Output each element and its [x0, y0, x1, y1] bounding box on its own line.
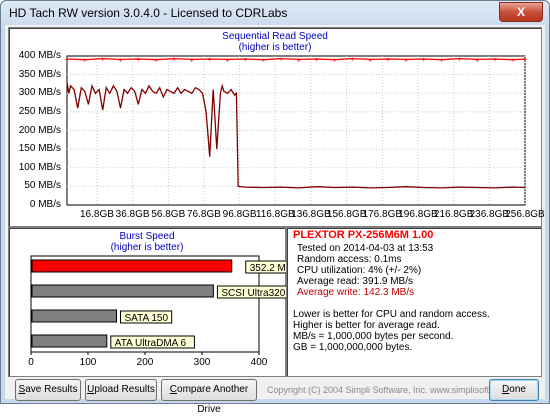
- cpu-marker: +: [136, 57, 140, 64]
- cpu-marker: +: [118, 57, 122, 64]
- save-results-button[interactable]: Save Results: [15, 379, 81, 401]
- cpu-marker: +: [493, 57, 497, 64]
- note-mbs-definition: MB/s = 1,000,000 bytes per second.: [293, 331, 454, 342]
- drive-info-panel: PLEXTOR PX-256M6M 1.00 Tested on 2014-04…: [286, 227, 542, 377]
- cpu-marker: +: [101, 57, 105, 64]
- title-bar: HD Tach RW version 3.0.4.0 - Licensed to…: [1, 1, 549, 25]
- burst-bar-label: SCSI Ultra320: [221, 288, 285, 299]
- save-label: ave Results: [25, 384, 78, 395]
- cpu-marker: +: [404, 57, 408, 64]
- cpu-marker: +: [350, 57, 354, 64]
- cpu-marker: +: [523, 57, 527, 64]
- compare-mnemonic: C: [169, 384, 178, 395]
- burst-bar: [31, 259, 233, 273]
- cpu-marker: +: [154, 58, 158, 65]
- burst-bar: [31, 334, 108, 348]
- x-tick-label: 256.8GB: [505, 209, 545, 220]
- burst-bar-label: ATA UltraDMA 6: [115, 338, 187, 349]
- sequential-read-plot: + + + + + + + + + + + + + + + + + + + + + + + + + + +: [65, 55, 527, 206]
- close-button[interactable]: X: [499, 2, 543, 22]
- y-tick-label: 200 MB/s: [18, 124, 61, 136]
- cpu-marker: +: [65, 57, 69, 64]
- sequential-read-panel: Sequential Read Speed (higher is better)…: [8, 27, 545, 227]
- compare-label: ompare Another Drive: [177, 384, 249, 415]
- seq-chart-subtitle: (higher is better): [238, 42, 312, 53]
- note-lower-better: Lower is better for CPU and random acces…: [293, 309, 490, 320]
- tested-date: Tested on 2014-04-03 at 13:53: [297, 243, 434, 254]
- cpu-utilization: CPU utilization: 4% (+/- 2%): [297, 265, 422, 276]
- burst-speed-plot: 0 100 200 300 400352.2 MB/sSCSI Ultra320SATA…: [28, 255, 309, 368]
- cpu-marker: +: [243, 57, 247, 64]
- burst-x-tick-label: 300: [194, 357, 211, 368]
- average-read: Average read: 391.9 MB/s: [297, 276, 413, 287]
- done-label: one: [509, 384, 526, 395]
- average-write: Average write: 142.3 MB/s: [297, 287, 415, 298]
- random-access: Random access: 0.1ms: [297, 254, 402, 265]
- upload-label: pload Results: [94, 384, 155, 395]
- burst-bar: [31, 284, 214, 298]
- cpu-marker: +: [315, 57, 319, 64]
- cpu-marker: +: [511, 58, 515, 65]
- window-title: HD Tach RW version 3.0.4.0 - Licensed to…: [9, 6, 288, 20]
- cpu-marker: +: [208, 57, 212, 64]
- cpu-marker: +: [439, 58, 443, 65]
- burst-bar-label: SATA 150: [125, 313, 169, 324]
- y-tick-label: 100 MB/s: [18, 161, 61, 173]
- y-tick-label: 150 MB/s: [18, 143, 61, 155]
- cpu-marker: +: [225, 57, 229, 64]
- y-tick-label: 250 MB/s: [18, 105, 61, 117]
- burst-speed-panel: Burst Speed (higher is better) 0 100 200 30…: [8, 227, 309, 377]
- cpu-marker: +: [422, 57, 426, 64]
- cpu-marker: +: [368, 57, 372, 64]
- cpu-marker: +: [332, 58, 336, 65]
- drive-name: PLEXTOR PX-256M6M 1.00: [293, 229, 434, 241]
- cpu-marker: +: [457, 57, 461, 64]
- cpu-marker: +: [261, 58, 265, 65]
- burst-x-tick-label: 200: [137, 357, 154, 368]
- y-tick-label: 350 MB/s: [18, 68, 61, 80]
- burst-x-tick-label: 100: [80, 357, 97, 368]
- cpu-marker: +: [83, 58, 87, 65]
- y-tick-label: 300 MB/s: [18, 87, 61, 99]
- cpu-marker: +: [475, 57, 479, 64]
- cpu-marker: +: [297, 57, 301, 64]
- burst-x-tick-label: 400: [251, 357, 268, 368]
- upload-results-button[interactable]: Upload Results: [85, 379, 157, 401]
- y-tick-label: 0 MB/s: [29, 199, 61, 210]
- cpu-marker: +: [172, 57, 176, 64]
- note-gb-definition: GB = 1,000,000,000 bytes.: [293, 342, 413, 353]
- note-higher-better: Higher is better for average read.: [293, 320, 440, 331]
- app-window: HD Tach RW version 3.0.4.0 - Licensed to…: [0, 0, 550, 415]
- client-area: Sequential Read Speed (higher is better)…: [5, 25, 545, 415]
- y-tick-label: 400 MB/s: [18, 50, 61, 61]
- compare-drive-button[interactable]: Compare Another Drive: [161, 379, 257, 415]
- burst-x-tick-label: 0: [28, 357, 34, 368]
- cpu-marker: +: [190, 57, 194, 64]
- burst-bar: [31, 309, 117, 323]
- y-tick-label: 50 MB/s: [24, 180, 61, 192]
- cpu-marker: +: [386, 57, 390, 64]
- cpu-marker: +: [279, 57, 283, 64]
- done-button[interactable]: Done: [489, 379, 539, 401]
